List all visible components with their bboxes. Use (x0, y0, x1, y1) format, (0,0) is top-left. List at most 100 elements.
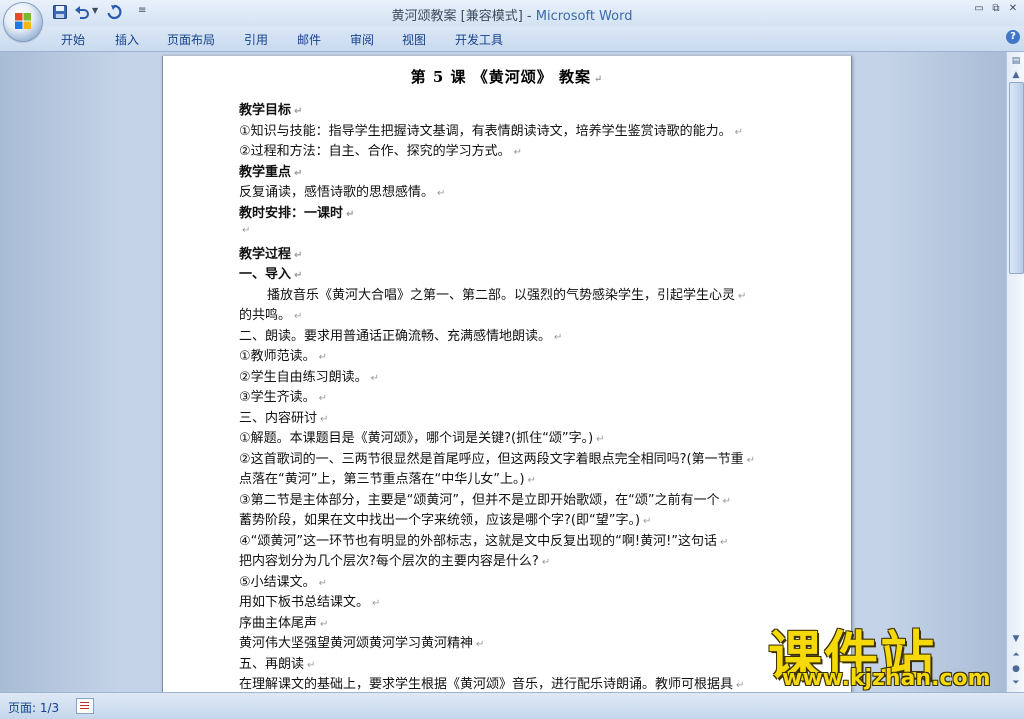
document-line: ↵ (239, 222, 250, 237)
document-line-text: 教学目标 (239, 103, 292, 118)
document-page[interactable]: 第 5 课 《黄河颂》 教案 ↵ 教学目标 ↵ ①知识与技能：指导学生把握诗文基调，有… (162, 56, 852, 692)
restore-button[interactable]: ⧉ (989, 2, 1003, 16)
office-logo-icon (15, 13, 31, 29)
paragraph-mark: ↵ (320, 619, 329, 630)
scroll-down-button[interactable]: ▼ (1009, 632, 1023, 646)
minimize-button[interactable]: ▭ (972, 2, 986, 16)
paragraph-mark: ↵ (437, 188, 446, 199)
paragraph-mark: ↵ (722, 496, 731, 507)
paragraph-mark: ↵ (320, 414, 329, 425)
paragraph-mark: ↵ (318, 352, 328, 363)
paragraph-mark: ↵ (370, 373, 380, 384)
document-line-text: ②这首歌词的一、三两节很显然是首尾呼应，但这两段文字着眼点完全相同吗?(第一节重 (239, 452, 744, 467)
document-line: 反复诵读，感悟诗歌的思想感情。 ↵ (239, 181, 445, 200)
document-line-text: ②学生自由练习朗读。 (239, 370, 368, 385)
document-line: 教学重点 ↵ (239, 161, 302, 180)
document-line-text: 教学重点 (239, 165, 292, 180)
paragraph-mark: ↵ (294, 250, 303, 261)
app-name: Microsoft Word (535, 9, 633, 24)
tab-review[interactable]: 审阅 (350, 31, 374, 48)
document-line: 教学过程 ↵ (239, 243, 302, 262)
ruler-toggle-icon[interactable]: ▤ (1009, 54, 1023, 68)
paragraph-mark: ↵ (736, 680, 745, 691)
document-area: 第 5 课 《黄河颂》 教案 ↵ 教学目标 ↵ ①知识与技能：指导学生把握诗文基调，有… (0, 52, 1006, 692)
document-line: 教学目标 ↵ (239, 99, 302, 118)
document-line-text: 序曲主体尾声 (239, 616, 318, 631)
document-line: 黄河伟大坚强望黄河颂黄河学习黄河精神 ↵ (239, 632, 484, 651)
document-line-text: 点落在“黄河”上，第三节重点落在“中华儿女”上。) (239, 472, 525, 487)
watermark-url: www.kjzhan.com (782, 666, 991, 691)
tab-references[interactable]: 引用 (244, 31, 268, 48)
paragraph-mark: ↵ (720, 537, 729, 548)
paragraph-mark: ↵ (318, 578, 328, 589)
tab-home[interactable]: 开始 (61, 31, 85, 48)
paragraph-mark: ↵ (738, 291, 747, 302)
document-line-text: 教学过程 (239, 247, 292, 262)
document-line-text: 把内容划分为几个层次?每个层次的主要内容是什么? (239, 554, 539, 569)
title-bar: ▼ ≡ 黄河颂教案 [兼容模式] - Microsoft Word ▭ ⧉ ✕ (0, 0, 1024, 41)
document-line: 教时安排：一课时 ↵ (239, 202, 354, 221)
tab-developer[interactable]: 开发工具 (455, 31, 503, 48)
window-controls: ▭ ⧉ ✕ (972, 2, 1020, 16)
document-line: 在理解课文的基础上，要求学生根据《黄河颂》音乐，进行配乐诗朗诵。教师可根据具 ↵ (239, 673, 744, 692)
document-line-text: 反复诵读，感悟诗歌的思想感情。 (239, 185, 435, 200)
office-button[interactable] (4, 3, 42, 41)
proofing-icon[interactable] (76, 698, 94, 714)
document-line-text: ①教师范读。 (239, 349, 316, 364)
paragraph-mark: ↵ (596, 434, 605, 445)
document-line-text: 三、内容研讨 (239, 411, 318, 426)
document-line: 序曲主体尾声 ↵ (239, 612, 328, 631)
vertical-scrollbar[interactable]: ▤ ▲ ▼ ⏶ ● ⏷ (1006, 52, 1024, 692)
paragraph-mark: ↵ (372, 598, 381, 609)
document-line: ②学生自由练习朗读。 ↵ (239, 366, 379, 385)
paragraph-mark: ↵ (307, 660, 316, 671)
document-line-text: ①知识与技能：指导学生把握诗文基调，有表情朗读诗文，培养学生鉴赏诗歌的能力。 (239, 124, 732, 139)
paragraph-mark: ↵ (541, 557, 551, 568)
document-line-text: ⑤小结课文。 (239, 575, 316, 590)
document-line-text: 一、导入 (239, 267, 292, 282)
document-line-text: ②过程和方法：自主、合作、探究的学习方式。 (239, 144, 511, 159)
document-line: ①知识与技能：指导学生把握诗文基调，有表情朗读诗文，培养学生鉴赏诗歌的能力。 ↵ (239, 120, 743, 139)
tab-insert[interactable]: 插入 (115, 31, 139, 48)
tab-view[interactable]: 视图 (402, 31, 426, 48)
document-line: ⑤小结课文。 ↵ (239, 571, 327, 590)
previous-page-button[interactable]: ⏶ (1009, 648, 1023, 662)
paragraph-mark: ↵ (476, 639, 485, 650)
tab-mailings[interactable]: 邮件 (297, 31, 321, 48)
paragraph-mark: ↵ (242, 225, 251, 236)
document-line: 五、再朗读 ↵ (239, 653, 315, 672)
tab-page-layout[interactable]: 页面布局 (167, 31, 215, 48)
paragraph-mark: ↵ (294, 106, 303, 117)
help-icon[interactable]: ? (1006, 30, 1020, 44)
document-line-text: ③第二节是主体部分，主要是“颂黄河”，但并不是立即开始歌颂，在“颂”之前有一个 (239, 493, 720, 508)
document-line: 把内容划分为几个层次?每个层次的主要内容是什么? ↵ (239, 550, 550, 569)
document-line: 一、导入 ↵ (239, 263, 302, 282)
select-browse-object-button[interactable]: ● (1009, 662, 1023, 676)
paragraph-mark: ↵ (318, 393, 328, 404)
document-line-text: 播放音乐《黄河大合唱》之第一、第二部。以强烈的气势感染学生，引起学生心灵 (267, 288, 736, 303)
scroll-up-button[interactable]: ▲ (1009, 68, 1023, 82)
scroll-thumb[interactable] (1009, 82, 1024, 274)
page-indicator[interactable]: 页面: 1/3 (8, 699, 59, 716)
document-line: 的共鸣。 ↵ (239, 304, 302, 323)
close-button[interactable]: ✕ (1006, 2, 1020, 16)
paragraph-mark: ↵ (746, 455, 756, 466)
paragraph-mark: ↵ (527, 475, 536, 486)
document-name: 黄河颂教案 [兼容模式] - (391, 9, 536, 24)
document-line-text: 五、再朗读 (239, 657, 305, 672)
paragraph-mark: ↵ (346, 209, 355, 220)
document-line-text: 二、朗读。要求用普通话正确流畅、充满感情地朗读。 (239, 329, 552, 344)
document-line-text: 用如下板书总结课文。 (239, 595, 370, 610)
window-title: 黄河颂教案 [兼容模式] - Microsoft Word (0, 5, 1024, 24)
document-line: 点落在“黄河”上，第三节重点落在“中华儿女”上。) ↵ (239, 468, 536, 487)
document-line: ②过程和方法：自主、合作、探究的学习方式。 ↵ (239, 140, 522, 159)
paragraph-mark: ↵ (294, 168, 303, 179)
document-line: ①教师范读。 ↵ (239, 345, 327, 364)
document-line: ②这首歌词的一、三两节很显然是首尾呼应，但这两段文字着眼点完全相同吗?(第一节重… (239, 448, 755, 467)
document-line: 三、内容研讨 ↵ (239, 407, 328, 426)
document-line-text: 教时安排：一课时 (239, 206, 344, 221)
next-page-button[interactable]: ⏷ (1009, 676, 1023, 690)
document-line-text: 蓄势阶段，如果在文中找出一个字来统领，应该是哪个字?(即“望”字。) (239, 513, 641, 528)
paragraph-mark: ↵ (734, 127, 744, 138)
ribbon-tab-bar: 开始 插入 页面布局 引用 邮件 审阅 视图 开发工具 ? (0, 26, 1024, 52)
